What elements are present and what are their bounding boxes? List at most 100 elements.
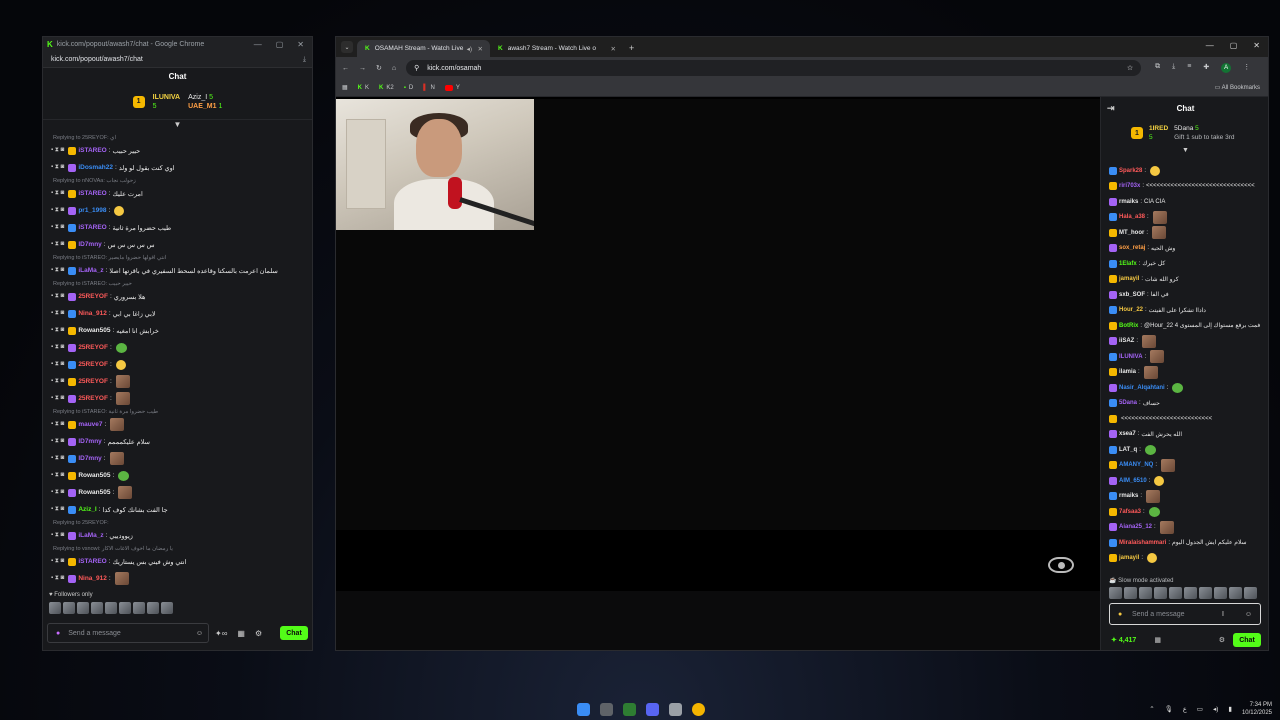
steam-icon[interactable] <box>669 702 682 716</box>
bookmark-star-icon[interactable]: ☆ <box>1127 64 1133 72</box>
chat-message[interactable]: ▪ ⧗ ◙ 25REYOF: <box>51 356 312 373</box>
reply-context[interactable]: Replying to iSTAREO: طيب حضروا مرة ثانية <box>51 407 312 416</box>
chat-message[interactable]: sxb_SOF: في الفا <box>1109 287 1266 303</box>
collapse-chat-icon[interactable]: ⇥ <box>1107 103 1115 114</box>
leaderboard-name[interactable]: Aziz_I <box>188 94 207 101</box>
battery-icon[interactable]: ▮ <box>1228 705 1232 713</box>
emote[interactable] <box>1147 553 1158 564</box>
reply-context[interactable]: Replying to iSTAREO: انتي اقولها حضروا م… <box>51 253 312 262</box>
mod-tools[interactable]: ▪ ⧗ ◙ <box>51 472 64 479</box>
chat-message[interactable]: AMANY_NQ: <box>1109 458 1266 474</box>
chat-username[interactable]: sox_retaj <box>1119 245 1145 251</box>
emote[interactable] <box>1154 587 1167 599</box>
emote[interactable] <box>1169 587 1182 599</box>
chat-username[interactable]: 25REYOF <box>78 293 108 300</box>
emoji-icon[interactable]: ☺ <box>196 630 203 637</box>
bookmark-item[interactable]: Y <box>444 84 460 91</box>
emoji-icon[interactable]: ☺ <box>1245 611 1252 618</box>
emote[interactable] <box>1146 489 1161 503</box>
mod-tools[interactable]: ▪ ⧗ ◙ <box>51 241 64 248</box>
chat-message[interactable]: ▪ ⧗ ◙ iLaMa_z: سلمان اعرمت بالسكتا وقاعده … <box>51 262 312 279</box>
emote[interactable] <box>1161 458 1176 472</box>
emote[interactable] <box>118 486 133 499</box>
maximize-icon[interactable]: ▢ <box>276 40 284 49</box>
popout-message-input[interactable]: ● Send a message ☺ <box>47 623 209 643</box>
mod-tools[interactable]: ▪ ⧗ ◙ <box>51 164 64 171</box>
chat-message[interactable]: AIM_6510: <box>1109 473 1266 489</box>
chat-message[interactable]: Nasir_Alqahtani: <box>1109 380 1266 396</box>
chevron-down-icon[interactable]: ▼ <box>43 120 312 130</box>
mod-tools[interactable]: ▪ ⧗ ◙ <box>51 438 64 445</box>
chat-message[interactable]: ▪ ⧗ ◙ iSTAREO: انتي وش فيني بس يستاريك <box>51 553 312 570</box>
leaderboard-name[interactable]: 5Dana <box>1174 125 1193 132</box>
mod-tools[interactable]: ▪ ⧗ ◙ <box>51 575 64 582</box>
chat-message[interactable]: ILUNIVA: <box>1109 349 1266 365</box>
emote[interactable] <box>161 602 173 614</box>
chat-message[interactable]: rmaiks: <box>1109 489 1266 505</box>
chat-username[interactable]: rmaiks <box>1119 493 1138 499</box>
chat-username[interactable]: Miralaishammari <box>1119 540 1166 546</box>
emote[interactable] <box>1229 587 1242 599</box>
emote[interactable] <box>1139 587 1152 599</box>
mod-tools[interactable]: ▪ ⧗ ◙ <box>51 506 64 513</box>
chat-username[interactable]: jamayil <box>1119 555 1139 561</box>
leaderboard-name[interactable]: ILUNIVA <box>153 94 180 101</box>
stream-message-input[interactable]: ● Send a message Ι ☺ <box>1109 603 1261 625</box>
emote[interactable] <box>115 375 130 388</box>
chat-message[interactable]: ▪ ⧗ ◙ Aziz_I: جا الفت بشانك كوف كدا <box>51 501 312 518</box>
chat-username[interactable]: lD7mny <box>78 438 101 445</box>
chat-message[interactable]: ▪ ⧗ ◙ Nina_912: لابي زاغا بي ابي <box>51 305 312 322</box>
profile-avatar[interactable]: A <box>1221 63 1232 73</box>
chat-message[interactable]: rmaiks: CIA CIA <box>1109 194 1266 210</box>
chat-message[interactable]: Hala_a38: <box>1109 210 1266 226</box>
chat-username[interactable]: Rowan505 <box>78 489 110 496</box>
mod-tools[interactable]: ▪ ⧗ ◙ <box>51 267 64 274</box>
chat-username[interactable]: xsea7 <box>1119 431 1136 437</box>
chat-username[interactable]: Rowan505 <box>78 472 110 479</box>
emote[interactable] <box>118 470 130 481</box>
chat-username[interactable]: iSTAREO <box>78 558 106 565</box>
chat-username[interactable]: 1Elafx <box>1119 261 1137 267</box>
chat-username[interactable]: 5Dana <box>1119 400 1137 406</box>
chat-username[interactable]: Spark28 <box>1119 168 1142 174</box>
apps-icon[interactable]: ▦ <box>342 84 348 91</box>
chat-username[interactable]: MT_hoor <box>1119 230 1144 236</box>
chat-username[interactable]: 25REYOF <box>78 344 108 351</box>
chat-username[interactable]: lD7mny <box>78 241 101 248</box>
emote[interactable] <box>114 205 125 216</box>
emote[interactable] <box>147 602 159 614</box>
emote[interactable] <box>110 418 125 431</box>
chat-username[interactable]: pr1_1998 <box>78 207 106 214</box>
emote-quick-bar[interactable] <box>43 602 312 616</box>
minimize-icon[interactable]: — <box>1206 41 1214 50</box>
mod-tools[interactable]: ▪ ⧗ ◙ <box>51 327 64 334</box>
chat-message[interactable]: riri703x: <<<<<<<<<<<<<<<<<<<<<<<<<<<<<<< <box>1109 179 1266 195</box>
chevron-up-icon[interactable]: ⌃ <box>1149 705 1154 713</box>
chat-username[interactable]: mauve7 <box>78 421 102 428</box>
maximize-icon[interactable]: ▢ <box>1230 41 1238 50</box>
emote[interactable] <box>133 602 145 614</box>
bookmark-item[interactable]: KK <box>358 85 369 91</box>
chat-username[interactable]: Aiana25_12 <box>1119 524 1152 530</box>
chat-message[interactable]: Miralaishammari: سلام عليكم ايش الجدول ال… <box>1109 535 1266 551</box>
chat-message[interactable]: ▪ ⧗ ◙ Rowan505: <box>51 467 312 484</box>
mic-icon[interactable]: ● <box>1118 611 1122 618</box>
emote[interactable] <box>114 572 129 585</box>
mod-tools[interactable]: ▪ ⧗ ◙ <box>51 344 64 351</box>
emote[interactable] <box>1109 587 1122 599</box>
download-icon[interactable]: ⤓ <box>303 56 306 64</box>
bookmark-item[interactable]: ▪ D <box>404 85 413 91</box>
chat-username[interactable]: jamayil <box>1119 276 1139 282</box>
close-icon[interactable]: ✕ <box>297 40 304 49</box>
emote[interactable] <box>1152 210 1167 224</box>
forward-icon[interactable]: → <box>359 65 366 72</box>
mod-tools[interactable]: ▪ ⧗ ◙ <box>51 310 64 317</box>
leaderboard-name[interactable]: 1IRED <box>1149 125 1168 132</box>
chat-message[interactable]: jamayil: كرو الله شات <box>1109 272 1266 288</box>
volume-icon[interactable]: ◂) <box>1213 705 1218 713</box>
chat-message[interactable]: ▪ ⧗ ◙ pr1_1998: <box>51 202 312 219</box>
chat-message[interactable]: Spark28: <box>1109 163 1266 179</box>
emote[interactable] <box>1150 165 1161 176</box>
emote[interactable] <box>1184 587 1197 599</box>
network-icon[interactable]: ▭ <box>1197 705 1203 713</box>
